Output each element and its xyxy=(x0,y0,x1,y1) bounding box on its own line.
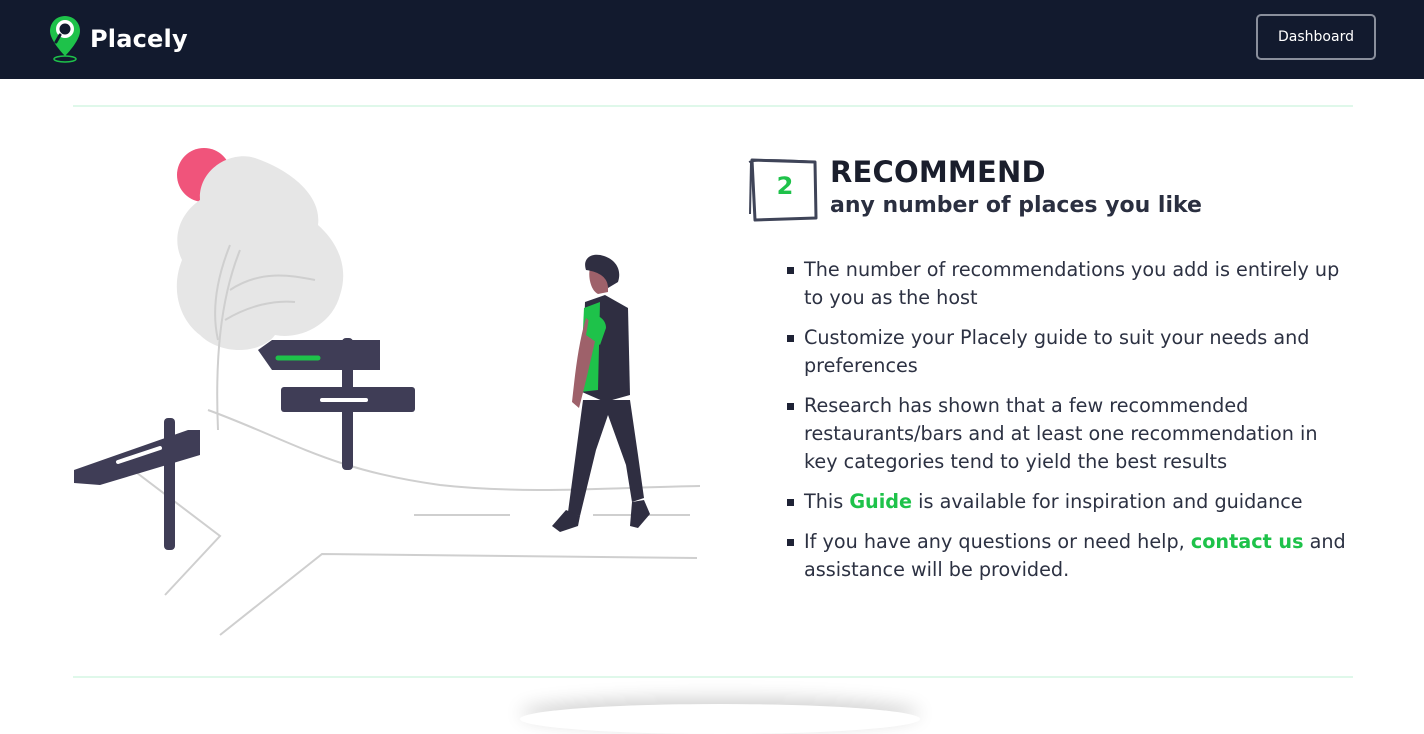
list-item: Customize your Placely guide to suit you… xyxy=(787,324,1347,380)
list-item: This Guide is available for inspiration … xyxy=(787,488,1347,516)
brand-logo-link[interactable]: Placely xyxy=(48,14,188,64)
list-item: If you have any questions or need help, … xyxy=(787,528,1347,584)
brand-name: Placely xyxy=(90,25,188,53)
recommendation-tips-list: The number of recommendations you add is… xyxy=(787,256,1347,596)
list-item-text-after: is available for inspiration and guidanc… xyxy=(912,490,1303,513)
top-navbar: Placely Dashboard xyxy=(0,0,1424,79)
dashboard-button[interactable]: Dashboard xyxy=(1256,14,1376,60)
list-item-text: Customize your Placely guide to suit you… xyxy=(804,326,1310,377)
section-divider-bottom xyxy=(73,676,1353,678)
wayfinding-illustration xyxy=(74,148,701,636)
section-divider-top xyxy=(73,105,1353,107)
step-title: RECOMMEND xyxy=(830,155,1046,189)
step-subtitle: any number of places you like xyxy=(830,193,1202,218)
list-item-text: The number of recommendations you add is… xyxy=(804,258,1340,309)
sign-arrow-left xyxy=(258,340,380,370)
list-item: The number of recommendations you add is… xyxy=(787,256,1347,312)
card-shadow-edge xyxy=(520,704,920,734)
list-item-text-before: This xyxy=(804,490,850,513)
list-item-text-before: If you have any questions or need help, xyxy=(804,530,1191,553)
list-item-text: Research has shown that a few recommende… xyxy=(804,394,1318,473)
map-pin-search-icon xyxy=(48,14,82,64)
guide-link[interactable]: Guide xyxy=(849,490,912,513)
list-item: Research has shown that a few recommende… xyxy=(787,392,1347,476)
contact-us-link[interactable]: contact us xyxy=(1191,530,1304,553)
step-number: 2 xyxy=(776,172,794,200)
